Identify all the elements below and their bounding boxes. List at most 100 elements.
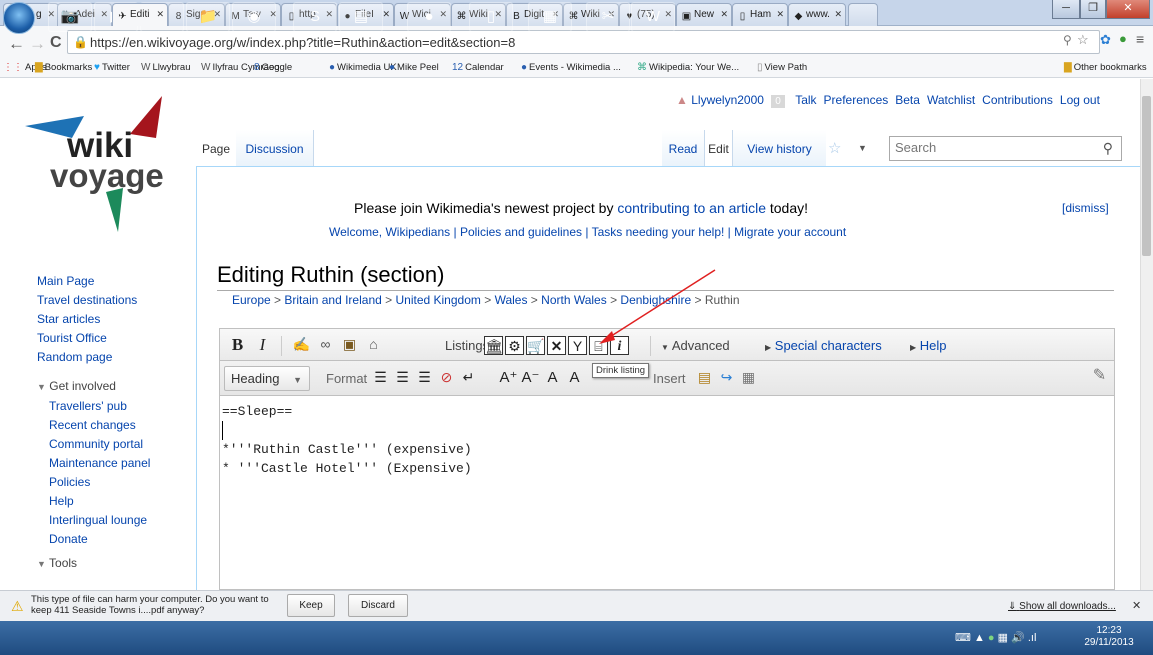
browser-tab[interactable]: ◆ www. ✕ [788,3,846,26]
buy-listing-icon[interactable]: 🛒 [526,336,545,355]
see-listing-icon[interactable]: 🏛 [484,336,503,355]
browser-tab[interactable]: ✈ Editi ✕ [112,3,168,26]
breadcrumb-link[interactable]: Wales [495,293,528,307]
snip-app-icon[interactable]: ✂ [586,2,630,32]
bookmark-item[interactable]: ▇ Bookmarks [35,62,92,73]
extension-2-icon[interactable]: ● [1119,31,1127,46]
breadcrumb-link[interactable]: Europe [232,293,271,307]
bookmark-item[interactable]: ▯ View Path [757,62,807,73]
notification-badge[interactable]: 0 [771,95,785,108]
heading-dropdown[interactable]: Heading ▼ [224,366,310,391]
notes-app-icon[interactable]: ▤ [339,2,383,32]
sidebar-link[interactable]: Interlingual lounge [49,511,207,530]
breadcrumb-link[interactable]: Britain and Ireland [284,293,381,307]
sidebar-link[interactable]: Travel destinations [37,291,207,310]
bookmark-item[interactable]: ● Events - Wikimedia ... [521,62,621,73]
start-button[interactable] [3,2,35,34]
minimize-button[interactable]: ─ [1052,0,1080,19]
new-tab-button[interactable] [848,3,878,26]
signature-icon[interactable]: ✍ [292,335,311,354]
tab-discussion[interactable]: Discussion [236,130,314,166]
extension-icon[interactable]: ✿ [1100,32,1111,48]
reference-icon[interactable]: ⌂ [364,335,383,354]
sidebar-link[interactable]: Star articles [37,310,207,329]
bookmark-item[interactable]: 8 Google [254,62,292,73]
italic-icon[interactable]: I [253,335,272,354]
small-text-icon[interactable]: A⁻ [521,368,540,387]
watch-star-icon[interactable]: ☆ [828,139,841,157]
big-text-icon[interactable]: A⁺ [499,368,518,387]
search-icon[interactable]: ⚲ [1103,140,1113,157]
eat-listing-icon[interactable]: ✕ [547,336,566,355]
link-icon[interactable]: ∞ [316,335,335,354]
edit-textarea[interactable]: ==Sleep== *'''Ruthin Castle''' (expensive… [219,396,1115,590]
dismiss-link[interactable]: [dismiss] [1062,201,1109,215]
tab-close-icon[interactable]: ✕ [834,9,842,20]
reload-icon[interactable]: C [50,34,62,52]
tray-signal-icon[interactable]: .ıl [1028,632,1037,644]
sidebar-link[interactable]: Recent changes [49,416,207,435]
scrollbar-thumb[interactable] [1142,96,1151,256]
more-actions-icon[interactable]: ▼ [858,143,867,153]
superscript-icon[interactable]: A [543,368,562,387]
discard-button[interactable]: Discard [348,594,408,617]
sidebar-link[interactable]: Main Page [37,272,207,291]
show-all-downloads-link[interactable]: ⇓ Show all downloads... [1008,601,1116,612]
camera-app-icon[interactable]: 📷 [48,2,92,32]
sidebar-link[interactable]: Donate [49,530,207,549]
browser-tab[interactable]: ▯ Ham ✕ [732,3,788,26]
bookmark-item[interactable]: ⌘ Wikipedia: Your We... [637,62,739,73]
keep-button[interactable]: Keep [287,594,335,617]
numbered-list-icon[interactable]: ☰ [393,368,412,387]
wikivoyage-logo[interactable]: wiki voyage [22,92,182,242]
bookmark-item[interactable]: W Llwybrau [141,62,190,73]
personal-link[interactable]: Contributions [982,93,1053,107]
explorer-app-icon[interactable]: 📁 [186,2,230,32]
help-menu[interactable]: ▶ Help [910,338,947,353]
tab-close-icon[interactable]: ✕ [156,9,164,20]
drink-listing-icon[interactable]: Y [568,336,587,355]
personal-link[interactable]: Talk [795,93,816,107]
gallery-icon[interactable]: ▤ [695,368,714,387]
bookmark-item[interactable]: ● Wikimedia UK [329,62,397,73]
do-listing-icon[interactable]: ⚙ [505,336,524,355]
zoom-icon[interactable]: ⚲ [1063,33,1072,47]
redirect-icon[interactable]: ↪ [717,368,736,387]
bookmark-item[interactable]: ♥ Twitter [94,62,130,73]
sidebar-link[interactable]: Travellers' pub [49,397,207,416]
chrome-app-icon[interactable]: ◉ [232,2,276,32]
breadcrumb-link[interactable]: United Kingdom [395,293,480,307]
maximize-button[interactable]: ❐ [1080,0,1106,19]
get-involved-header[interactable]: ▼ Get involved [37,376,207,397]
personal-link[interactable]: Watchlist [927,93,975,107]
newline-icon[interactable]: ↵ [459,368,478,387]
sidebar-link[interactable]: Community portal [49,435,207,454]
bookmark-item[interactable]: 12 Calendar [452,62,504,73]
personal-link[interactable]: Log out [1060,93,1100,107]
tray-network-icon[interactable]: ▦ [998,632,1008,644]
search-input[interactable]: Search ⚲ [889,136,1122,161]
doc-app-icon[interactable]: ▯ [469,2,513,32]
skype-app-icon[interactable]: S [293,2,337,32]
tray-keyboard-icon[interactable]: ⌨ [955,632,971,644]
notice-links[interactable]: Welcome, Wikipedians | Policies and guid… [329,225,846,239]
user-link[interactable]: Llywelyn2000 [691,93,764,107]
tab-view-history[interactable]: View history [733,130,826,166]
url-bar[interactable]: 🔒 https://en.wikivoyage.org/w/index.php?… [67,30,1100,54]
tab-read[interactable]: Read [662,130,705,166]
back-icon[interactable]: ← [8,34,25,54]
tray-volume-icon[interactable]: 🔊 [1011,632,1025,644]
table-icon[interactable]: ▦ [739,368,758,387]
bold-icon[interactable]: B [228,335,247,354]
sidebar-link[interactable]: Random page [37,348,207,367]
tray-app-icon[interactable]: ● [988,632,995,644]
tab-close-icon[interactable]: ✕ [720,9,728,20]
browser-tab[interactable]: ▣ New ✕ [676,3,732,26]
bulleted-list-icon[interactable]: ☰ [371,368,390,387]
bookmark-item[interactable]: ● Mike Peel [389,62,439,73]
sidebar-link[interactable]: Policies [49,473,207,492]
subscript-icon[interactable]: A [565,368,584,387]
tools-header[interactable]: ▼ Tools [37,556,207,570]
special-characters-menu[interactable]: ▶ Special characters [765,338,882,353]
forward-icon[interactable]: → [29,34,46,54]
